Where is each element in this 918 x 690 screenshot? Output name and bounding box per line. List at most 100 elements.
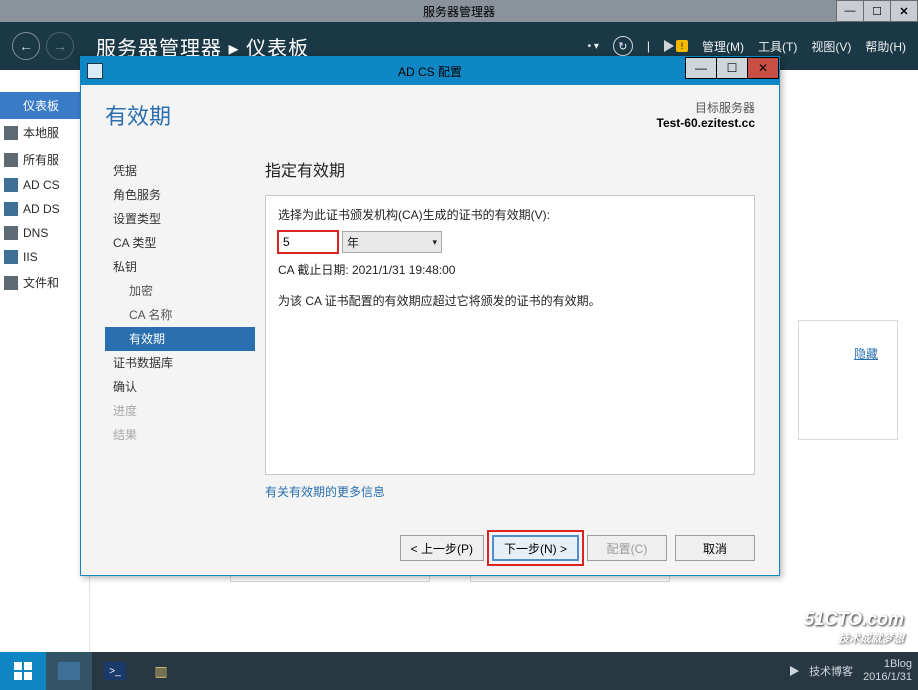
sidebar-item-label: IIS [23, 250, 38, 264]
wizard-step-progress: 进度 [105, 399, 255, 423]
previous-button[interactable]: < 上一步(P) [400, 535, 484, 561]
windows-logo-icon [14, 662, 32, 680]
wizard-step-privatekey[interactable]: 私钥 [105, 255, 255, 279]
dialog-titlebar[interactable]: AD CS 配置 — ☐ ✕ [81, 57, 779, 85]
sidebar-item-label: 仪表板 [23, 97, 59, 114]
wizard-step-caname[interactable]: CA 名称 [105, 303, 255, 327]
target-server-name: Test-60.ezitest.cc [657, 116, 756, 130]
wizard-step-cryptography[interactable]: 加密 [105, 279, 255, 303]
header-separator: | [647, 39, 650, 53]
quickstart-tile [798, 320, 898, 440]
validity-value-input[interactable] [278, 231, 338, 253]
server-manager-icon [58, 662, 80, 680]
chevron-down-icon: ▾ [432, 237, 437, 248]
menu-manage[interactable]: 管理(M) [702, 38, 744, 55]
sidebar-item-localserver[interactable]: 本地服 [0, 119, 89, 146]
sidebar-item-adcs[interactable]: AD CS [0, 173, 89, 197]
sidebar-item-label: 所有服 [23, 151, 59, 168]
taskbar-explorer[interactable]: ▥ [138, 652, 184, 690]
validity-prompt: 选择为此证书颁发机构(CA)生成的证书的有效期(V): [278, 206, 742, 223]
dialog-header: 有效期 目标服务器 Test-60.ezitest.cc [81, 85, 779, 153]
sidebar-item-label: AD CS [23, 178, 60, 192]
dialog-app-icon [87, 63, 103, 79]
notifications-icon[interactable]: ! [664, 40, 688, 52]
menu-help[interactable]: 帮助(H) [865, 38, 906, 55]
taskbar-powershell[interactable]: >_ [92, 652, 138, 690]
dialog-title: AD CS 配置 [398, 63, 462, 80]
wizard-step-credentials[interactable]: 凭据 [105, 159, 255, 183]
wizard-step-confirm[interactable]: 确认 [105, 375, 255, 399]
menu-view[interactable]: 视图(V) [811, 38, 851, 55]
servers-icon [4, 153, 18, 167]
page-title: 有效期 [105, 99, 171, 153]
dialog-minimize-button[interactable]: — [685, 57, 717, 79]
section-title: 指定有效期 [265, 157, 755, 181]
adds-icon [4, 202, 18, 216]
wizard-step-certdb[interactable]: 证书数据库 [105, 351, 255, 375]
clock-date: 2016/1/31 [863, 671, 912, 684]
target-server-label: 目标服务器 [657, 99, 756, 116]
watermark-sub: 技术成就梦想 [804, 630, 904, 646]
sidebar-item-adds[interactable]: AD DS [0, 197, 89, 221]
configure-button: 配置(C) [587, 535, 667, 561]
expiry-date-text: CA 截止日期: 2021/1/31 19:48:00 [278, 261, 742, 278]
outer-window-title: 服务器管理器 [423, 3, 495, 20]
dialog-window-buttons: — ☐ ✕ [686, 57, 779, 79]
wizard-step-validity[interactable]: 有效期 [105, 327, 255, 351]
sidebar-item-label: DNS [23, 226, 48, 240]
tray-ime-icon[interactable]: 技术博客 [809, 663, 853, 679]
system-tray: 技术博客 1Blog 2016/1/31 [790, 652, 912, 690]
cancel-button[interactable]: 取消 [675, 535, 755, 561]
file-icon [4, 276, 18, 290]
taskbar-server-manager[interactable] [46, 652, 92, 690]
outer-window-buttons: — ☐ ✕ [837, 0, 918, 22]
nav-forward-button[interactable]: → [46, 32, 74, 60]
wizard-step-results: 结果 [105, 423, 255, 447]
sidebar-item-dns[interactable]: DNS [0, 221, 89, 245]
clock-time: 1Blog [863, 658, 912, 671]
sidebar-item-allservers[interactable]: 所有服 [0, 146, 89, 173]
header-dropdown-icon[interactable]: • ▾ [588, 41, 599, 52]
iis-icon [4, 250, 18, 264]
validity-note: 为该 CA 证书配置的有效期应超过它将颁发的证书的有效期。 [278, 292, 742, 309]
refresh-icon[interactable]: ↻ [613, 36, 633, 56]
sidebar-item-file[interactable]: 文件和 [0, 269, 89, 296]
sidebar-item-label: 文件和 [23, 274, 59, 291]
adcs-config-dialog: AD CS 配置 — ☐ ✕ 有效期 目标服务器 Test-60.ezitest… [80, 56, 780, 576]
watermark: 51CTO.com 技术成就梦想 [804, 609, 904, 646]
target-server-block: 目标服务器 Test-60.ezitest.cc [657, 99, 756, 153]
wizard-step-roleservices[interactable]: 角色服务 [105, 183, 255, 207]
tray-flag-icon[interactable] [790, 666, 799, 676]
nav-back-button[interactable]: ← [12, 32, 40, 60]
server-manager-sidebar: 仪表板 本地服 所有服 AD CS AD DS DNS IIS 文件和 [0, 70, 90, 652]
dialog-close-button[interactable]: ✕ [747, 57, 779, 79]
start-button[interactable] [0, 652, 46, 690]
dialog-footer: < 上一步(P) 下一步(N) > 配置(C) 取消 [81, 521, 779, 575]
dialog-maximize-button[interactable]: ☐ [716, 57, 748, 79]
wizard-nav: 凭据 角色服务 设置类型 CA 类型 私钥 加密 CA 名称 有效期 证书数据库… [105, 153, 255, 521]
wizard-step-setuptype[interactable]: 设置类型 [105, 207, 255, 231]
hide-link[interactable]: 隐藏 [854, 345, 878, 362]
watermark-main: 51CTO.com [804, 609, 904, 629]
validity-unit-select[interactable]: 年 ▾ [342, 231, 442, 253]
outer-maximize-button[interactable]: ☐ [863, 0, 891, 22]
sidebar-item-label: AD DS [23, 202, 60, 216]
dialog-body: 凭据 角色服务 设置类型 CA 类型 私钥 加密 CA 名称 有效期 证书数据库… [81, 153, 779, 521]
menu-tools[interactable]: 工具(T) [758, 38, 797, 55]
dns-icon [4, 226, 18, 240]
sidebar-item-iis[interactable]: IIS [0, 245, 89, 269]
more-info-link[interactable]: 有关有效期的更多信息 [265, 483, 755, 500]
next-button[interactable]: 下一步(N) > [492, 535, 579, 561]
adcs-icon [4, 178, 18, 192]
tray-clock[interactable]: 1Blog 2016/1/31 [863, 658, 912, 684]
outer-close-button[interactable]: ✕ [890, 0, 918, 22]
outer-window-titlebar: 服务器管理器 — ☐ ✕ [0, 0, 918, 22]
server-icon [4, 126, 18, 140]
validity-input-row: 年 ▾ [278, 231, 742, 253]
sidebar-item-dashboard[interactable]: 仪表板 [0, 92, 89, 119]
dialog-content: 指定有效期 选择为此证书颁发机构(CA)生成的证书的有效期(V): 年 ▾ CA… [255, 153, 755, 521]
dashboard-icon [4, 99, 18, 113]
validity-unit-value: 年 [347, 234, 359, 251]
wizard-step-catype[interactable]: CA 类型 [105, 231, 255, 255]
outer-minimize-button[interactable]: — [836, 0, 864, 22]
